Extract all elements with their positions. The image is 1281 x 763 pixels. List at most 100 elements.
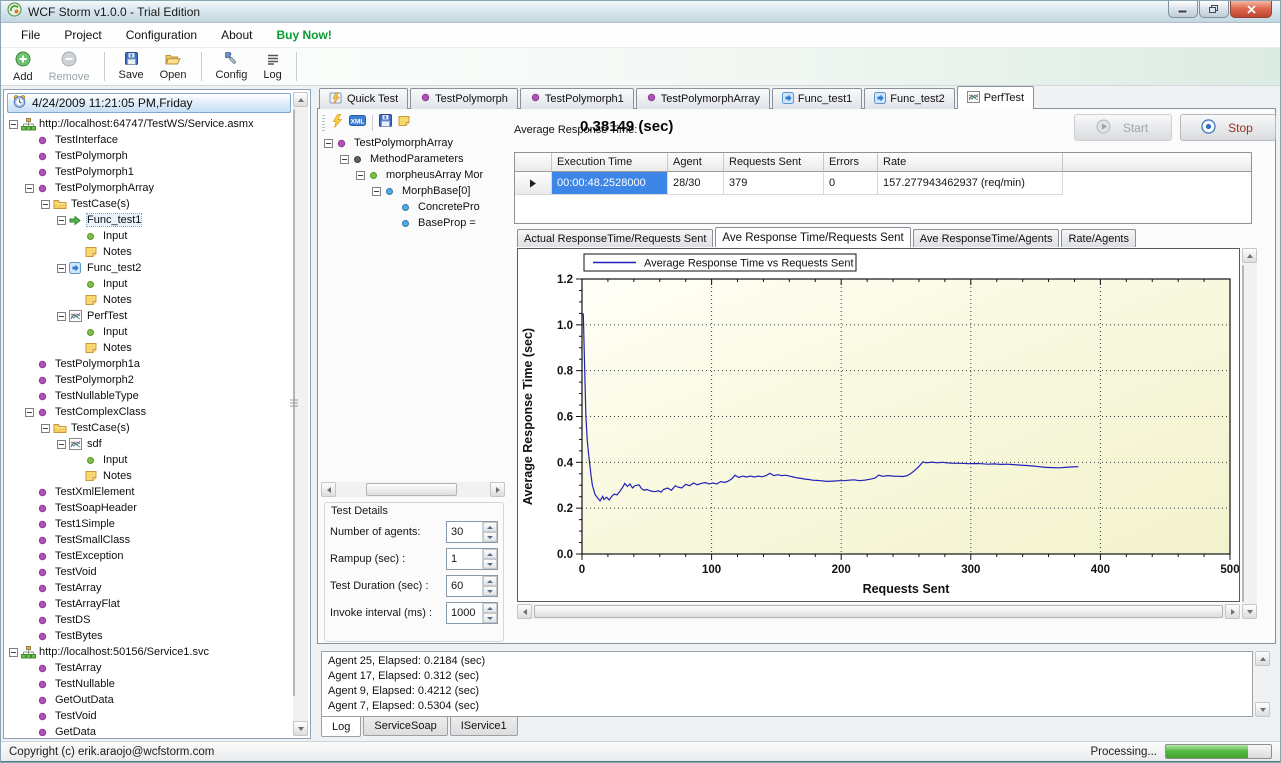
expander-icon[interactable]	[41, 200, 50, 209]
tab-func-test1[interactable]: Func_test1	[772, 88, 862, 109]
tree-item-testpolymorpharray[interactable]: TestPolymorphArray	[322, 135, 506, 151]
close-button[interactable]	[1230, 1, 1272, 18]
expander-icon[interactable]	[9, 648, 18, 657]
log-button[interactable]: Log	[255, 48, 289, 85]
expander-icon[interactable]	[372, 187, 381, 196]
tree-item-notes[interactable]: Notes	[7, 292, 291, 308]
expander-icon[interactable]	[25, 408, 34, 417]
tree-item-testnullable[interactable]: TestNullable	[7, 676, 291, 692]
tab-testpolymorpharray[interactable]: TestPolymorphArray	[636, 88, 770, 109]
tree-item-sdf[interactable]: sdf	[7, 436, 291, 452]
parameter-tree-hscrollbar[interactable]	[321, 482, 505, 497]
grid-cell-errors[interactable]: 0	[824, 172, 878, 195]
tab-testpolymorph1[interactable]: TestPolymorph1	[520, 88, 634, 109]
chart-hscrollbar[interactable]	[517, 604, 1240, 619]
menu-about[interactable]: About	[209, 24, 264, 46]
scroll-up-arrow[interactable]	[1242, 248, 1257, 263]
subtab-rate-agents[interactable]: Rate/Agents	[1061, 229, 1136, 247]
tree-item-testpolymorph1a[interactable]: TestPolymorph1a	[7, 356, 291, 372]
chart-vscrollbar[interactable]	[1242, 248, 1257, 619]
expander-icon[interactable]	[57, 216, 66, 225]
column-header-errors[interactable]: Errors	[824, 153, 878, 172]
tree-item-testsmallclass[interactable]: TestSmallClass	[7, 532, 291, 548]
scroll-thumb[interactable]	[534, 605, 1223, 618]
spin-up-arrow[interactable]	[483, 549, 497, 559]
menu-configuration[interactable]: Configuration	[114, 24, 209, 46]
number-of-agents-input[interactable]: 30	[446, 521, 498, 543]
config-button[interactable]: Config	[208, 48, 256, 85]
tree-item-morphbase-0[interactable]: MorphBase[0]	[322, 183, 506, 199]
grid-selector-header[interactable]	[515, 153, 552, 172]
scroll-thumb[interactable]	[366, 483, 457, 496]
tree-item-testds[interactable]: TestDS	[7, 612, 291, 628]
remove-button[interactable]: Remove	[41, 48, 98, 85]
log-scrollbar[interactable]	[1255, 651, 1270, 717]
tree-item-testarrayflat[interactable]: TestArrayFlat	[7, 596, 291, 612]
tree-item-testpolymorpharray[interactable]: TestPolymorphArray	[7, 180, 291, 196]
tab-perftest[interactable]: PerfTest	[957, 86, 1034, 109]
tree-item-testcase-s[interactable]: TestCase(s)	[7, 196, 291, 212]
scroll-down-arrow[interactable]	[1242, 604, 1257, 619]
tree-item-testcase-s[interactable]: TestCase(s)	[7, 420, 291, 436]
xml-icon[interactable]: XML	[349, 114, 366, 132]
expander-icon[interactable]	[57, 264, 66, 273]
expander-icon[interactable]	[57, 312, 66, 321]
scroll-down-arrow[interactable]	[1255, 702, 1270, 717]
spin-up-arrow[interactable]	[483, 522, 497, 532]
save-button[interactable]: Save	[111, 48, 152, 85]
tree-item-http-localhost-50156-service1-svc[interactable]: http://localhost:50156/Service1.svc	[7, 644, 291, 660]
tab-func-test2[interactable]: Func_test2	[864, 88, 954, 109]
expander-icon[interactable]	[356, 171, 365, 180]
tab-testpolymorph[interactable]: TestPolymorph	[410, 88, 518, 109]
subtab-actual-responsetime-requests-sent[interactable]: Actual ResponseTime/Requests Sent	[517, 229, 713, 247]
tree-item-input[interactable]: Input	[7, 324, 291, 340]
tree-item-testxmlelement[interactable]: TestXmlElement	[7, 484, 291, 500]
log-tab-log[interactable]: Log	[321, 717, 361, 737]
tree-item-input[interactable]: Input	[7, 276, 291, 292]
subtab-ave-response-time-requests-sent[interactable]: Ave Response Time/Requests Sent	[715, 227, 910, 247]
grid-cell-rate[interactable]: 157.277943462937 (req/min)	[878, 172, 1063, 195]
tree-scrollbar[interactable]	[293, 92, 308, 736]
tree-item-concretepro[interactable]: ConcretePro	[322, 199, 506, 215]
open-button[interactable]: Open	[152, 48, 195, 85]
tree-item-testbytes[interactable]: TestBytes	[7, 628, 291, 644]
scroll-up-arrow[interactable]	[293, 92, 308, 107]
column-header-execution-time[interactable]: Execution Time	[552, 153, 668, 172]
tree-item-testvoid[interactable]: TestVoid	[7, 564, 291, 580]
expander-icon[interactable]	[41, 424, 50, 433]
tree-item-notes[interactable]: Notes	[7, 340, 291, 356]
rampup-sec-input[interactable]: 1	[446, 548, 498, 570]
tree-item-notes[interactable]: Notes	[7, 244, 291, 260]
spin-down-arrow[interactable]	[483, 559, 497, 569]
row-selector[interactable]	[515, 172, 552, 195]
tree-item-testvoid[interactable]: TestVoid	[7, 708, 291, 724]
tree-item-testpolymorph2[interactable]: TestPolymorph2	[7, 372, 291, 388]
tree-item-testnullabletype[interactable]: TestNullableType	[7, 388, 291, 404]
menu-buy-now[interactable]: Buy Now!	[264, 24, 343, 46]
tree-item-func-test1[interactable]: Func_test1	[7, 212, 291, 228]
add-button[interactable]: Add	[5, 48, 41, 85]
grid-cell-requests-sent[interactable]: 379	[724, 172, 824, 195]
expander-icon[interactable]	[9, 120, 18, 129]
restore-button[interactable]	[1199, 1, 1229, 18]
log-output[interactable]: Agent 25, Elapsed: 0.2184 (sec)Agent 17,…	[321, 651, 1253, 717]
invoke-interval-ms-input[interactable]: 1000	[446, 602, 498, 624]
column-header-agent[interactable]: Agent	[668, 153, 724, 172]
tree-item-test1simple[interactable]: Test1Simple	[7, 516, 291, 532]
tree-item-input[interactable]: Input	[7, 228, 291, 244]
tree-item-testsoapheader[interactable]: TestSoapHeader	[7, 500, 291, 516]
tree-item-morpheusarray-mor[interactable]: morpheusArray Mor	[322, 167, 506, 183]
tree-item-func-test2[interactable]: Func_test2	[7, 260, 291, 276]
grid-data-row[interactable]: 00:00:48.252800028/303790157.27794346293…	[515, 172, 1251, 195]
scroll-up-arrow[interactable]	[1255, 651, 1270, 666]
spin-up-arrow[interactable]	[483, 603, 497, 613]
scroll-left-arrow[interactable]	[321, 482, 336, 497]
subtab-ave-responsetime-agents[interactable]: Ave ResponseTime/Agents	[913, 229, 1060, 247]
menu-file[interactable]: File	[9, 24, 52, 46]
test-duration-sec-input[interactable]: 60	[446, 575, 498, 597]
scroll-thumb[interactable]	[293, 109, 295, 696]
column-header-requests-sent[interactable]: Requests Sent	[724, 153, 824, 172]
tree-item-testinterface[interactable]: TestInterface	[7, 132, 291, 148]
expander-icon[interactable]	[324, 139, 333, 148]
grid-cell-execution-time[interactable]: 00:00:48.2528000	[552, 172, 668, 195]
